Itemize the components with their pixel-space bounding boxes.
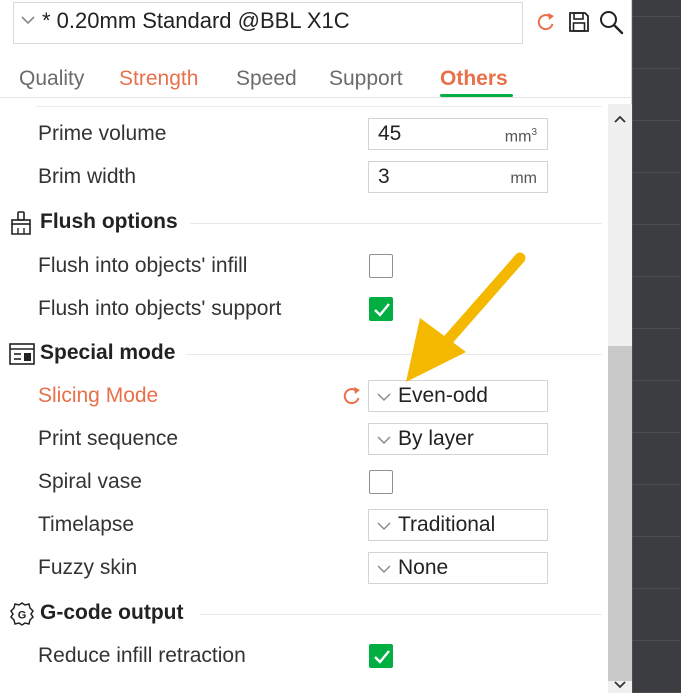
print-sequence-dropdown[interactable]: By layer bbox=[368, 423, 548, 455]
brim-width-input[interactable]: 3 mm bbox=[368, 161, 548, 193]
brim-width-label: Brim width bbox=[38, 165, 137, 188]
tab-support[interactable]: Support bbox=[329, 67, 403, 91]
tab-speed[interactable]: Speed bbox=[236, 67, 297, 91]
print-sequence-value: By layer bbox=[398, 427, 474, 450]
timelapse-dropdown[interactable]: Traditional bbox=[368, 509, 548, 541]
section-divider bbox=[190, 223, 602, 224]
slicing-mode-label: Slicing Mode bbox=[38, 384, 159, 407]
section-title-flush-options: Flush options bbox=[40, 210, 178, 233]
annotation-arrow-icon bbox=[406, 252, 526, 382]
chevron-down-icon bbox=[377, 393, 391, 401]
spiral-vase-label: Spiral vase bbox=[38, 470, 142, 493]
section-title-special-mode: Special mode bbox=[40, 341, 176, 364]
search-icon[interactable] bbox=[598, 9, 624, 35]
gear-icon: G bbox=[10, 602, 34, 626]
preset-name: * 0.20mm Standard @BBL X1C bbox=[42, 8, 350, 33]
tab-quality[interactable]: Quality bbox=[19, 67, 84, 91]
prime-volume-label: Prime volume bbox=[38, 122, 167, 145]
save-icon[interactable] bbox=[567, 10, 591, 34]
tab-strength[interactable]: Strength bbox=[119, 67, 198, 91]
prime-volume-unit: mm3 bbox=[504, 127, 537, 146]
fuzzy-skin-label: Fuzzy skin bbox=[38, 556, 138, 579]
fuzzy-skin-dropdown[interactable]: None bbox=[368, 552, 548, 584]
brim-width-unit: mm bbox=[510, 170, 537, 187]
scroll-up-icon[interactable] bbox=[612, 113, 628, 125]
prime-volume-input[interactable]: 45 mm3 bbox=[368, 118, 548, 150]
flush-infill-checkbox[interactable] bbox=[369, 254, 393, 278]
flush-support-checkbox[interactable] bbox=[369, 297, 393, 321]
reset-arrow-icon[interactable] bbox=[535, 11, 557, 33]
svg-text:G: G bbox=[18, 610, 27, 622]
prime-volume-value: 45 bbox=[378, 122, 402, 145]
reduce-infill-retraction-checkbox[interactable] bbox=[369, 644, 393, 668]
spiral-vase-checkbox[interactable] bbox=[369, 470, 393, 494]
timelapse-value: Traditional bbox=[398, 513, 496, 536]
special-mode-icon bbox=[9, 343, 35, 365]
print-sequence-label: Print sequence bbox=[38, 427, 179, 450]
reduce-infill-retraction-label: Reduce infill retraction bbox=[38, 644, 246, 667]
section-title-gcode-output: G-code output bbox=[40, 601, 184, 624]
brush-icon bbox=[11, 211, 31, 235]
tab-others[interactable]: Others bbox=[440, 67, 508, 91]
chevron-down-icon bbox=[377, 565, 391, 573]
fuzzy-skin-value: None bbox=[398, 556, 449, 579]
chevron-down-icon bbox=[377, 522, 391, 530]
check-icon bbox=[374, 650, 390, 664]
brim-width-value: 3 bbox=[378, 165, 390, 188]
section-divider bbox=[200, 614, 602, 615]
scroll-down-icon[interactable] bbox=[612, 679, 628, 691]
section-divider bbox=[186, 354, 602, 355]
chevron-down-icon bbox=[377, 436, 391, 444]
reset-arrow-icon[interactable] bbox=[341, 385, 363, 407]
header-divider bbox=[0, 97, 632, 98]
scrollbar-thumb[interactable] bbox=[608, 346, 632, 681]
flush-infill-label: Flush into objects' infill bbox=[38, 254, 248, 277]
timelapse-label: Timelapse bbox=[38, 513, 135, 536]
divider bbox=[36, 106, 602, 107]
3d-viewport-edge bbox=[632, 0, 681, 693]
chevron-down-icon bbox=[21, 16, 35, 25]
check-icon bbox=[374, 303, 390, 317]
flush-support-label: Flush into objects' support bbox=[38, 297, 282, 320]
